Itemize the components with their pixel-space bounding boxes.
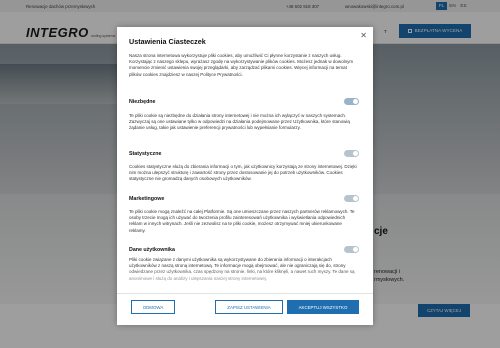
toggle-statistics[interactable] (344, 150, 359, 157)
save-settings-button[interactable]: ZAPISZ USTAWIENIA (215, 300, 283, 314)
toggle-marketing[interactable] (344, 195, 359, 202)
section-title-marketing: Marketingowe (129, 196, 165, 202)
modal-title: Ustawienia Ciasteczek (129, 37, 206, 46)
scroll-fade (117, 267, 373, 293)
section-title-statistics: Statystyczne (129, 151, 162, 157)
modal-scroll-area[interactable]: ✕ Ustawienia Ciasteczek Nasza strona int… (117, 27, 373, 293)
toggle-necessary[interactable] (344, 98, 359, 105)
close-icon[interactable]: ✕ (360, 32, 367, 40)
section-text-marketing: Te pliki cookie mogą znaleźć na całej Pl… (129, 209, 355, 233)
accept-all-button[interactable]: AKCEPTUJ WSZYSTKO (287, 300, 359, 314)
modal-footer: ODMOWA ZAPISZ USTAWIENIA AKCEPTUJ WSZYST… (117, 293, 373, 325)
section-title-necessary: Niezbędne (129, 99, 156, 105)
section-title-user-data: Dane użytkownika (129, 247, 175, 253)
modal-intro: Nasza strona internetowa wykorzystuje pl… (129, 53, 354, 77)
toggle-user-data[interactable] (344, 246, 359, 253)
section-text-necessary: Te pliki cookie są niezbędne do działani… (129, 113, 350, 131)
section-text-statistics: Cookies statystyczne służą do zbierania … (129, 164, 357, 182)
cookie-settings-modal: ✕ Ustawienia Ciasteczek Nasza strona int… (117, 27, 373, 325)
deny-button[interactable]: ODMOWA (131, 300, 175, 314)
